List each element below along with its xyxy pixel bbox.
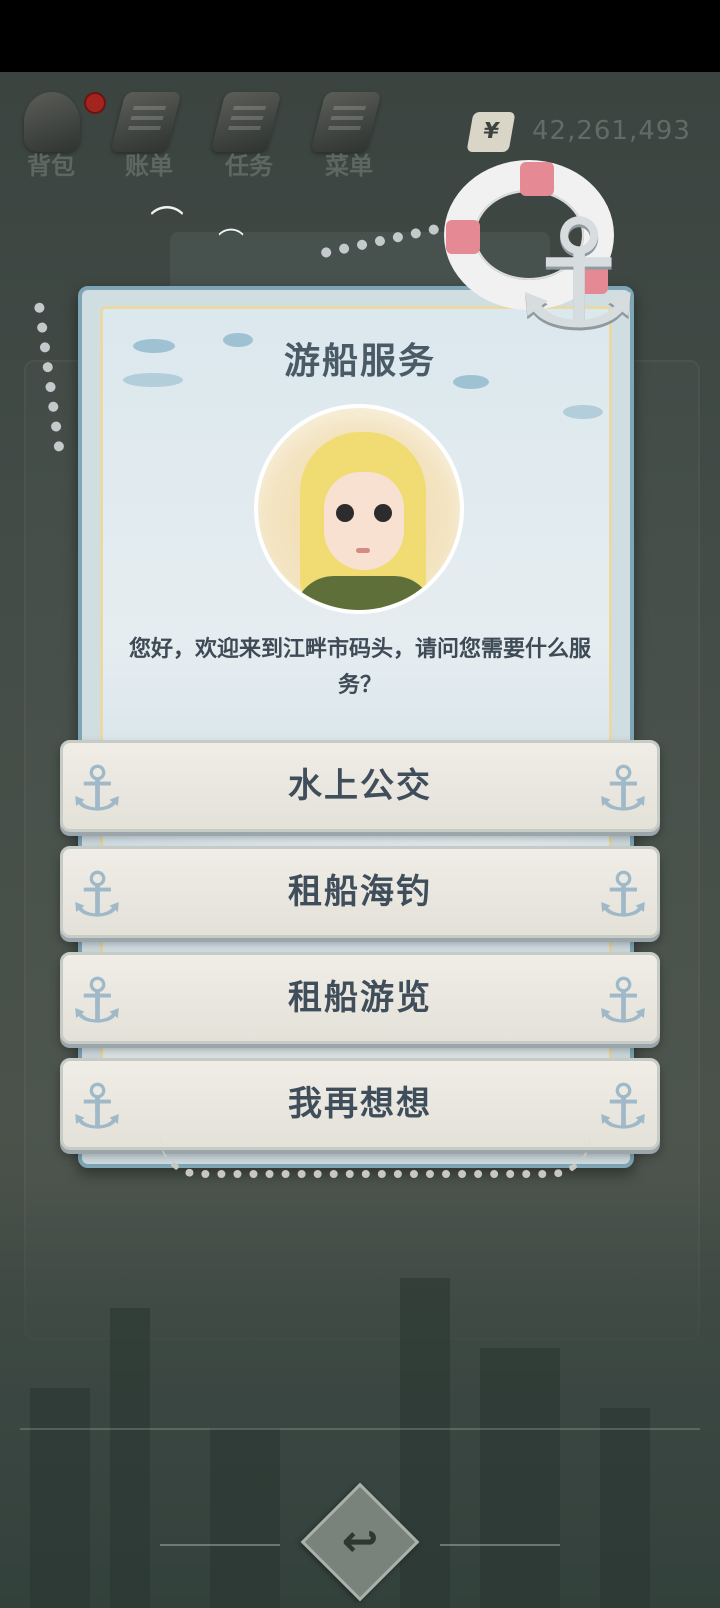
back-arrow-icon: ↩ xyxy=(341,1516,379,1567)
option-label: 水上公交 xyxy=(288,766,432,806)
decor-line xyxy=(160,1544,280,1546)
currency-amount: 42,261,493 xyxy=(532,116,691,146)
task-icon xyxy=(210,92,282,152)
option-label: 租船游览 xyxy=(288,978,432,1018)
seagull-icon: ⌒ xyxy=(150,204,184,244)
status-bar xyxy=(0,0,720,72)
option-water-bus-button[interactable]: ⚓ ⚓ 水上公交 xyxy=(60,740,660,832)
menu-icon xyxy=(310,92,382,152)
option-cancel-button[interactable]: ⚓ ⚓ 我再想想 xyxy=(60,1058,660,1150)
nav-bag-button[interactable]: 背包 xyxy=(6,84,106,184)
npc-greeting: 您好，欢迎来到江畔市码头，请问您需要什么服务？ xyxy=(128,637,591,698)
bag-icon xyxy=(24,92,80,152)
option-fishing-boat-button[interactable]: ⚓ ⚓ 租船海钓 xyxy=(60,846,660,938)
decor-line xyxy=(440,1544,560,1546)
nav-bag-label: 背包 xyxy=(27,152,75,180)
option-sightseeing-boat-button[interactable]: ⚓ ⚓ 租船游览 xyxy=(60,952,660,1044)
nav-task-button[interactable]: 任务 xyxy=(204,84,294,184)
nav-bill-button[interactable]: 账单 xyxy=(104,84,194,184)
nav-menu-label: 菜单 xyxy=(325,152,373,180)
fish-decoration xyxy=(563,405,603,419)
bill-icon xyxy=(110,92,182,152)
currency-display: ¥ 42,261,493 xyxy=(466,112,710,156)
npc-avatar xyxy=(254,404,464,614)
nav-task-label: 任务 xyxy=(225,152,273,180)
dialog-title: 游船服务 xyxy=(283,341,436,382)
nav-bill-label: 账单 xyxy=(125,152,173,180)
nav-menu-button[interactable]: 菜单 xyxy=(304,84,394,184)
divider xyxy=(20,1428,700,1430)
seagull-icon: ⌒ xyxy=(218,228,245,258)
notification-dot xyxy=(84,92,106,114)
rope-decoration xyxy=(160,1138,590,1178)
yen-icon: ¥ xyxy=(466,112,516,152)
option-label: 我再想想 xyxy=(288,1084,432,1124)
option-label: 租船海钓 xyxy=(288,872,432,912)
